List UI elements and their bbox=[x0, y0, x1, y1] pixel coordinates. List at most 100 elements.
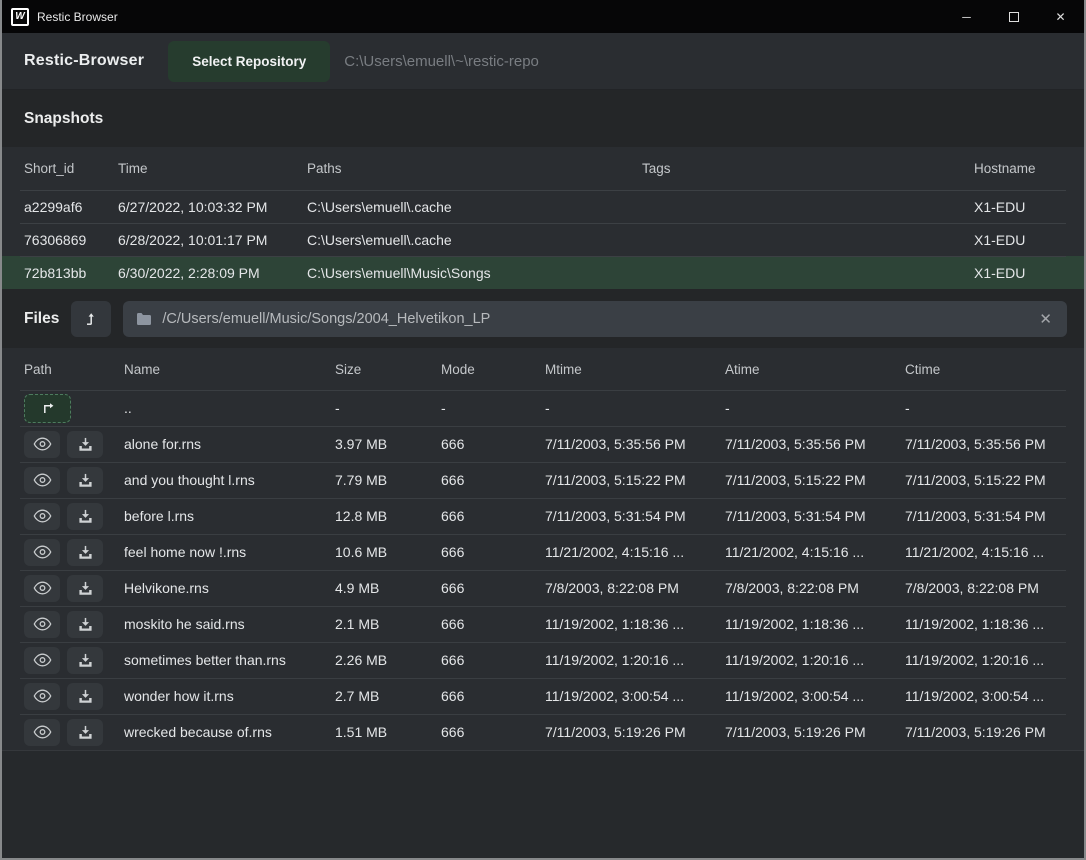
snapshot-row[interactable]: 72b813bb6/30/2022, 2:28:09 PMC:\Users\em… bbox=[2, 256, 1084, 289]
clear-path-icon[interactable]: ✕ bbox=[1037, 310, 1054, 328]
go-to-root-button[interactable] bbox=[71, 301, 111, 337]
file-row: moskito he said.rns 2.1 MB 666 11/19/200… bbox=[2, 606, 1084, 642]
preview-file-button[interactable] bbox=[24, 683, 60, 710]
snapshots-section-header: Snapshots bbox=[2, 90, 1084, 147]
file-size: 1.51 MB bbox=[335, 724, 441, 740]
file-mode: 666 bbox=[441, 616, 545, 632]
download-icon bbox=[78, 437, 93, 452]
snapshot-paths: C:\Users\emuell\.cache bbox=[307, 199, 642, 215]
download-file-button[interactable] bbox=[67, 611, 103, 638]
column-header-path: Path bbox=[24, 362, 124, 377]
app-icon: W bbox=[11, 8, 29, 26]
file-mode: - bbox=[441, 400, 545, 416]
file-ctime: 11/19/2002, 1:20:16 ... bbox=[905, 652, 1067, 668]
close-icon: ✕ bbox=[1055, 11, 1065, 23]
download-icon bbox=[78, 545, 93, 560]
file-ctime: 11/19/2002, 1:18:36 ... bbox=[905, 616, 1067, 632]
file-size: 3.97 MB bbox=[335, 436, 441, 452]
download-file-button[interactable] bbox=[67, 683, 103, 710]
minimize-button[interactable]: ─ bbox=[943, 0, 990, 33]
file-row: sometimes better than.rns 2.26 MB 666 11… bbox=[2, 642, 1084, 678]
snapshot-row[interactable]: a2299af66/27/2022, 10:03:32 PMC:\Users\e… bbox=[2, 190, 1084, 223]
download-file-button[interactable] bbox=[67, 467, 103, 494]
select-repository-button[interactable]: Select Repository bbox=[168, 41, 330, 82]
snapshot-time: 6/28/2022, 10:01:17 PM bbox=[118, 232, 307, 248]
download-file-button[interactable] bbox=[67, 539, 103, 566]
file-row: wonder how it.rns 2.7 MB 666 11/19/2002,… bbox=[2, 678, 1084, 714]
file-row: before l.rns 12.8 MB 666 7/11/2003, 5:31… bbox=[2, 498, 1084, 534]
minimize-icon: ─ bbox=[962, 11, 971, 23]
maximize-icon bbox=[1009, 12, 1019, 22]
column-header-ctime: Ctime bbox=[905, 362, 1067, 377]
maximize-button[interactable] bbox=[990, 0, 1037, 33]
folder-icon bbox=[136, 312, 152, 326]
preview-file-button[interactable] bbox=[24, 467, 60, 494]
file-ctime: - bbox=[905, 400, 1067, 416]
column-header-tags: Tags bbox=[642, 161, 974, 176]
download-file-button[interactable] bbox=[67, 431, 103, 458]
preview-file-button[interactable] bbox=[24, 539, 60, 566]
download-file-button[interactable] bbox=[67, 503, 103, 530]
preview-file-button[interactable] bbox=[24, 719, 60, 746]
file-atime: 11/19/2002, 1:20:16 ... bbox=[725, 652, 905, 668]
file-mtime: 11/19/2002, 1:18:36 ... bbox=[545, 616, 725, 632]
file-atime: 7/11/2003, 5:31:54 PM bbox=[725, 508, 905, 524]
window-controls: ─ ✕ bbox=[943, 0, 1084, 33]
download-file-button[interactable] bbox=[67, 575, 103, 602]
file-ctime: 7/11/2003, 5:31:54 PM bbox=[905, 508, 1067, 524]
file-mtime: 7/8/2003, 8:22:08 PM bbox=[545, 580, 725, 596]
files-title: Files bbox=[24, 310, 59, 328]
header-bar: Restic-Browser Select Repository C:\User… bbox=[2, 33, 1084, 90]
file-mode: 666 bbox=[441, 544, 545, 560]
file-row: feel home now !.rns 10.6 MB 666 11/21/20… bbox=[2, 534, 1084, 570]
snapshot-paths: C:\Users\emuell\Music\Songs bbox=[307, 265, 642, 281]
files-rows: alone for.rns 3.97 MB 666 7/11/2003, 5:3… bbox=[2, 426, 1084, 750]
file-ctime: 7/11/2003, 5:35:56 PM bbox=[905, 436, 1067, 452]
column-header-paths: Paths bbox=[307, 161, 642, 176]
file-size: 2.1 MB bbox=[335, 616, 441, 632]
app-window: W Restic Browser ─ ✕ Restic-Browser Sele… bbox=[0, 0, 1086, 860]
snapshot-short-id: 72b813bb bbox=[24, 265, 118, 281]
download-icon bbox=[78, 725, 93, 740]
preview-file-button[interactable] bbox=[24, 611, 60, 638]
file-mtime: 11/19/2002, 3:00:54 ... bbox=[545, 688, 725, 704]
download-file-button[interactable] bbox=[67, 719, 103, 746]
eye-icon bbox=[33, 545, 52, 559]
file-mode: 666 bbox=[441, 580, 545, 596]
file-size: - bbox=[335, 400, 441, 416]
file-ctime: 11/19/2002, 3:00:54 ... bbox=[905, 688, 1067, 704]
download-icon bbox=[78, 653, 93, 668]
close-button[interactable]: ✕ bbox=[1037, 0, 1084, 33]
preview-file-button[interactable] bbox=[24, 503, 60, 530]
snapshot-time: 6/30/2022, 2:28:09 PM bbox=[118, 265, 307, 281]
file-mtime: 11/21/2002, 4:15:16 ... bbox=[545, 544, 725, 560]
app-brand: Restic-Browser bbox=[24, 52, 144, 70]
preview-file-button[interactable] bbox=[24, 647, 60, 674]
file-name: moskito he said.rns bbox=[124, 616, 335, 632]
file-size: 2.7 MB bbox=[335, 688, 441, 704]
file-size: 4.9 MB bbox=[335, 580, 441, 596]
file-name: Helvikone.rns bbox=[124, 580, 335, 596]
eye-icon bbox=[33, 581, 52, 595]
download-icon bbox=[78, 617, 93, 632]
download-icon bbox=[78, 689, 93, 704]
download-file-button[interactable] bbox=[67, 647, 103, 674]
file-path-input[interactable]: /C/Users/emuell/Music/Songs/2004_Helveti… bbox=[123, 301, 1067, 337]
file-name: alone for.rns bbox=[124, 436, 335, 452]
file-mtime: - bbox=[545, 400, 725, 416]
preview-file-button[interactable] bbox=[24, 431, 60, 458]
go-to-parent-button[interactable] bbox=[24, 394, 71, 423]
file-name: before l.rns bbox=[124, 508, 335, 524]
file-atime: 7/11/2003, 5:35:56 PM bbox=[725, 436, 905, 452]
files-section-header: Files /C/Users/emuell/Music/Songs/2004_H… bbox=[2, 289, 1084, 348]
preview-file-button[interactable] bbox=[24, 575, 60, 602]
eye-icon bbox=[33, 653, 52, 667]
file-name: .. bbox=[124, 400, 335, 416]
column-header-name: Name bbox=[124, 362, 335, 377]
file-size: 10.6 MB bbox=[335, 544, 441, 560]
file-row: wrecked because of.rns 1.51 MB 666 7/11/… bbox=[2, 714, 1084, 750]
snapshot-hostname: X1-EDU bbox=[974, 199, 1067, 215]
file-name: feel home now !.rns bbox=[124, 544, 335, 560]
file-row: Helvikone.rns 4.9 MB 666 7/8/2003, 8:22:… bbox=[2, 570, 1084, 606]
snapshot-row[interactable]: 763068696/28/2022, 10:01:17 PMC:\Users\e… bbox=[2, 223, 1084, 256]
